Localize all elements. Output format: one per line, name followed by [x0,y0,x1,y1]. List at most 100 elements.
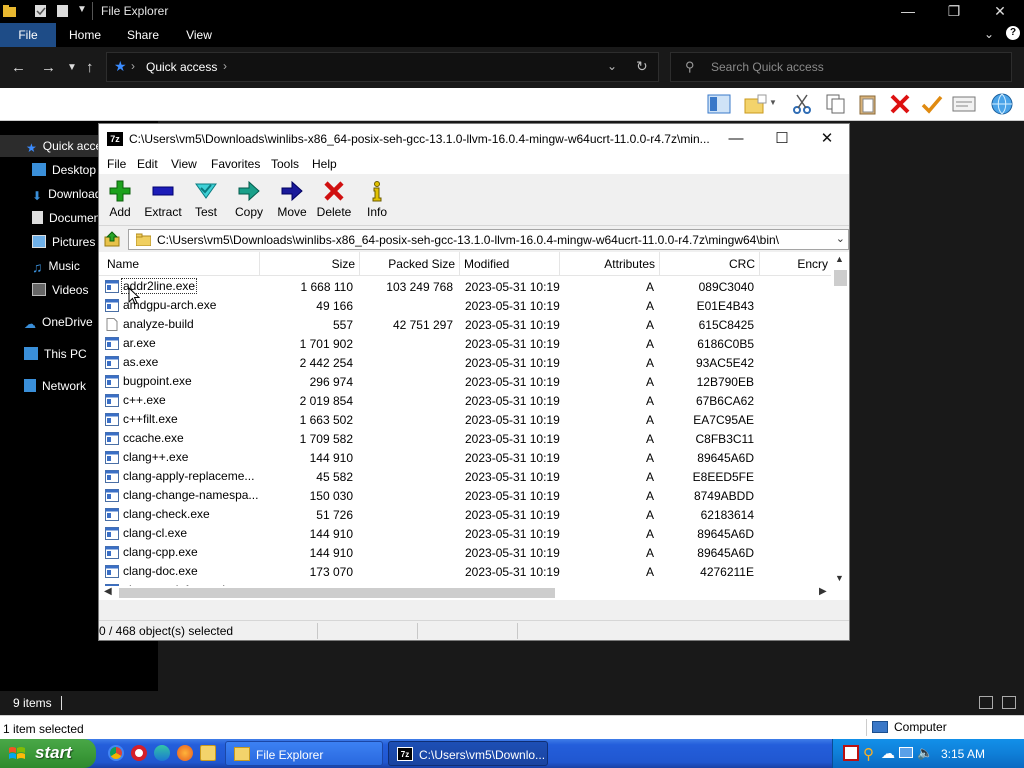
search-tray-icon[interactable]: ⚲ [863,745,879,763]
column-attributes[interactable]: Attributes [560,252,660,276]
column-modified[interactable]: Modified [460,252,560,276]
extract-button[interactable]: Extract [143,178,183,222]
maximize-button[interactable]: ☐ [759,124,805,154]
edge-icon[interactable] [154,745,170,761]
column-size[interactable]: Size [260,252,360,276]
new-folder-icon[interactable] [56,4,69,18]
paste-icon[interactable] [856,93,880,115]
large-icons-view-icon[interactable] [1002,696,1016,709]
menu-view[interactable]: View [171,157,197,171]
file-row[interactable]: clang-cpp.exe 144 910 2023-05-31 10:19 A 896… [99,543,831,562]
path-field[interactable]: C:\Users\vm5\Downloads\winlibs-x86_64-po… [128,229,849,250]
vertical-scrollbar[interactable]: ▲ ▼ [831,252,849,586]
maximize-button[interactable]: ❐ [931,0,977,23]
menu-edit[interactable]: Edit [137,157,158,171]
file-attributes: A [645,337,654,351]
file-row[interactable]: bugpoint.exe 296 974 2023-05-31 10:19 A 12B7… [99,372,831,391]
tab-view[interactable]: View [174,23,224,47]
start-button[interactable]: start [0,739,96,768]
firefox-icon[interactable] [177,745,193,761]
close-button[interactable]: ✕ [804,124,850,154]
cloud-tray-icon[interactable]: ☁ [881,745,897,761]
test-button[interactable]: Test [193,178,219,222]
recent-locations-icon[interactable]: ▼ [67,62,77,73]
file-row[interactable]: clang-check.exe 51 726 2023-05-31 10:19 A 62… [99,505,831,524]
column-name[interactable]: Name [103,252,260,276]
scroll-up-icon[interactable]: ▲ [835,254,844,264]
chrome-icon[interactable] [108,745,124,761]
scroll-left-icon[interactable]: ◀ [104,586,112,597]
menu-tools[interactable]: Tools [271,157,299,171]
scroll-down-icon[interactable]: ▼ [835,573,844,583]
file-row[interactable]: c++filt.exe 1 663 502 2023-05-31 10:19 A EA7… [99,410,831,429]
file-row[interactable]: clang-change-namespa... 150 030 2023-05-31… [99,486,831,505]
minimize-button[interactable]: — [885,0,931,23]
clock[interactable]: 3:15 AM [941,747,985,761]
path-dropdown-icon[interactable]: ⌄ [836,232,845,245]
horizontal-scrollbar[interactable]: ◀ ▶ [99,586,831,600]
new-folder-icon[interactable] [744,93,768,115]
scroll-thumb[interactable] [119,588,555,598]
scroll-right-icon[interactable]: ▶ [819,586,827,597]
customize-quick-access-icon[interactable]: ▼ [77,4,87,15]
properties-icon[interactable] [34,4,47,18]
file-row[interactable]: as.exe 2 442 254 2023-05-31 10:19 A 93AC5E42 [99,353,831,372]
scroll-thumb[interactable] [834,270,847,286]
layout-pane-icon[interactable] [707,93,731,115]
folder-icon[interactable] [200,745,216,761]
column-packed-size[interactable]: Packed Size [360,252,460,276]
tab-home[interactable]: Home [60,23,110,47]
up-arrow-icon[interactable]: ↑ [86,59,94,76]
info-button[interactable]: Info [365,178,389,222]
search-box[interactable]: ⚲ Search Quick access [670,52,1012,82]
file-row[interactable]: ar.exe 1 701 902 2023-05-31 10:19 A 6186C0B5 [99,334,831,353]
taskbar-button-file-explorer[interactable]: File Explorer [225,741,383,766]
column-encrypted[interactable]: Encry [760,252,832,276]
delete-button[interactable]: Delete [316,178,352,222]
file-row[interactable]: clang-cl.exe 144 910 2023-05-31 10:19 A 8964… [99,524,831,543]
cut-icon[interactable] [790,93,814,115]
network-tray-icon[interactable] [899,747,913,758]
forward-arrow-icon[interactable]: → [41,59,56,76]
volume-muted-icon[interactable]: 🔈 [917,745,933,761]
breadcrumb-chevron-icon[interactable]: › [131,59,135,73]
back-arrow-icon[interactable]: ← [11,59,26,76]
minimize-button[interactable]: — [713,124,759,154]
tab-file[interactable]: File [0,23,56,47]
menu-help[interactable]: Help [312,157,337,171]
file-row[interactable]: analyze-build 557 42 751 297 2023-05-31 10:… [99,315,831,334]
details-view-icon[interactable] [979,696,993,709]
file-row[interactable]: amdgpu-arch.exe 49 166 2023-05-31 10:19 A E0… [99,296,831,315]
file-row[interactable]: clang-doc.exe 173 070 2023-05-31 10:19 A 427… [99,562,831,581]
taskbar-button-7zip[interactable]: 7z C:\Users\vm5\Downlo... [388,741,548,766]
file-row[interactable]: ccache.exe 1 709 582 2023-05-31 10:19 A C8FB… [99,429,831,448]
copy-button[interactable]: Copy [233,178,265,222]
opera-icon[interactable] [131,745,147,761]
rename-check-icon[interactable] [920,93,944,115]
menu-file[interactable]: File [107,157,126,171]
new-dropdown-icon[interactable]: ▼ [769,98,777,107]
address-box[interactable]: ★ › Quick access › ⌄ ↻ [106,52,659,82]
column-crc[interactable]: CRC [660,252,760,276]
refresh-icon[interactable]: ↻ [636,58,648,75]
breadcrumb-chevron-icon[interactable]: › [223,59,227,73]
file-row[interactable]: c++.exe 2 019 854 2023-05-31 10:19 A 67B6CA6… [99,391,831,410]
folder-up-icon[interactable] [104,231,120,247]
copy-icon[interactable] [824,93,848,115]
tab-share[interactable]: Share [118,23,168,47]
file-row[interactable]: clang-apply-replaceme... 45 582 2023-05-31… [99,467,831,486]
file-row[interactable]: addr2line.exe 1 668 110 103 249 768 2023-05… [99,277,831,296]
delete-icon[interactable] [888,93,912,115]
globe-icon[interactable] [990,93,1014,115]
close-button[interactable]: ✕ [977,0,1023,23]
address-dropdown-icon[interactable]: ⌄ [607,59,617,73]
expand-ribbon-icon[interactable]: ⌄ [984,27,994,41]
menu-favorites[interactable]: Favorites [211,157,260,171]
move-button[interactable]: Move [276,178,308,222]
add-button[interactable]: Add [106,178,134,222]
help-icon[interactable]: ? [1006,26,1020,40]
breadcrumb-location[interactable]: Quick access [146,60,217,74]
properties-icon[interactable] [952,93,976,115]
file-row[interactable]: clang++.exe 144 910 2023-05-31 10:19 A 89645… [99,448,831,467]
security-shield-icon[interactable] [843,745,859,761]
